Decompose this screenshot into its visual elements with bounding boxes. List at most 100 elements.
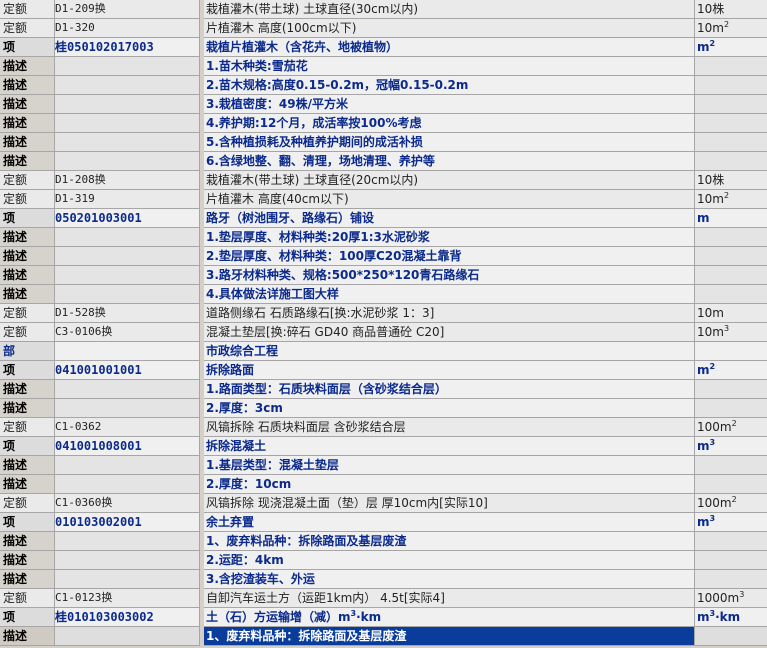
row-name-cell[interactable]: 1.基层类型：混凝土垫层 — [204, 456, 695, 475]
row-code-cell[interactable]: D1-209换 — [55, 0, 200, 19]
row-code-cell[interactable] — [55, 399, 200, 418]
row-type-cell[interactable]: 描述 — [0, 285, 55, 304]
row-code-cell[interactable]: D1-208换 — [55, 171, 200, 190]
table-row[interactable]: 定额 D1-209换 栽植灌木(带土球) 土球直径(30cm以内) 10株 — [0, 0, 767, 19]
table-row[interactable]: 项 041001001001 拆除路面 m2 — [0, 361, 767, 380]
row-name-cell[interactable]: 3.含挖渣装车、外运 — [204, 570, 695, 589]
row-name-cell[interactable]: 2.垫层厚度、材料种类：100厚C20混凝土靠背 — [204, 247, 695, 266]
row-unit-cell[interactable]: 10m2 — [695, 19, 767, 38]
row-unit-cell[interactable] — [695, 456, 767, 475]
row-unit-cell[interactable]: 10m3 — [695, 323, 767, 342]
row-unit-cell[interactable]: m2 — [695, 38, 767, 57]
row-code-cell[interactable]: 010103002001 — [55, 513, 200, 532]
row-code-cell[interactable] — [55, 342, 200, 361]
table-row[interactable]: 描述 1、废弃料品种：拆除路面及基层废渣 — [0, 627, 767, 646]
row-unit-cell[interactable] — [695, 228, 767, 247]
row-type-cell[interactable]: 定额 — [0, 0, 55, 19]
row-unit-cell[interactable] — [695, 342, 767, 361]
row-name-cell[interactable]: 片植灌木 高度(100cm以下) — [204, 19, 695, 38]
row-name-cell[interactable]: 自卸汽车运土方（运距1km内） 4.5t[实际4] — [204, 589, 695, 608]
row-type-cell[interactable]: 描述 — [0, 570, 55, 589]
table-row[interactable]: 项 050201003001 路牙（树池围牙、路缘石）铺设 m — [0, 209, 767, 228]
table-row[interactable]: 项桂050102017003 栽植片植灌木（含花卉、地被植物） m2 — [0, 38, 767, 57]
row-type-cell[interactable]: 描述 — [0, 380, 55, 399]
table-row[interactable]: 部 市政综合工程 — [0, 342, 767, 361]
row-unit-cell[interactable] — [695, 285, 767, 304]
row-name-cell[interactable]: 道路侧缘石 石质路缘石[换:水泥砂浆 1：3] — [204, 304, 695, 323]
table-row[interactable]: 定额 C1-0362 风镐拆除 石质块料面层 含砂浆结合层 100m2 — [0, 418, 767, 437]
table-row[interactable]: 描述 1.苗木种类:雪茄花 — [0, 57, 767, 76]
row-unit-cell[interactable] — [695, 475, 767, 494]
row-unit-cell[interactable] — [695, 532, 767, 551]
row-code-cell[interactable] — [55, 570, 200, 589]
row-code-cell[interactable] — [55, 76, 200, 95]
row-type-cell[interactable]: 部 — [0, 342, 55, 361]
row-name-cell[interactable]: 5.含种植损耗及种植养护期间的成活补损 — [204, 133, 695, 152]
row-unit-cell[interactable] — [695, 114, 767, 133]
row-code-cell[interactable]: 041001008001 — [55, 437, 200, 456]
row-unit-cell[interactable] — [695, 570, 767, 589]
row-code-cell[interactable] — [55, 475, 200, 494]
row-type-cell[interactable]: 定额 — [0, 190, 55, 209]
table-row[interactable]: 描述 3.栽植密度：49株/平方米 — [0, 95, 767, 114]
row-code-cell[interactable] — [55, 266, 200, 285]
row-name-cell[interactable]: 片植灌木 高度(40cm以下) — [204, 190, 695, 209]
row-unit-cell[interactable] — [695, 399, 767, 418]
row-type-cell[interactable]: 项 — [0, 361, 55, 380]
table-row[interactable]: 描述 2.垫层厚度、材料种类：100厚C20混凝土靠背 — [0, 247, 767, 266]
row-code-cell[interactable] — [55, 247, 200, 266]
row-name-cell[interactable]: 余土弃置 — [204, 513, 695, 532]
table-row[interactable]: 定额 C3-0106换 混凝土垫层[换:碎石 GD40 商品普通砼 C20] 10m3 — [0, 323, 767, 342]
table-row[interactable]: 描述 2.厚度：3cm — [0, 399, 767, 418]
row-unit-cell[interactable] — [695, 247, 767, 266]
row-type-cell[interactable]: 描述 — [0, 152, 55, 171]
table-row[interactable]: 定额 C1-0123换 自卸汽车运土方（运距1km内） 4.5t[实际4] 1000m… — [0, 589, 767, 608]
row-name-cell[interactable]: 4.养护期:12个月，成活率按100%考虑 — [204, 114, 695, 133]
row-unit-cell[interactable] — [695, 57, 767, 76]
table-row[interactable]: 描述 3.含挖渣装车、外运 — [0, 570, 767, 589]
row-code-cell[interactable] — [55, 133, 200, 152]
row-unit-cell[interactable]: 10株 — [695, 0, 767, 19]
row-type-cell[interactable]: 定额 — [0, 323, 55, 342]
row-type-cell[interactable]: 描述 — [0, 95, 55, 114]
row-type-cell[interactable]: 定额 — [0, 19, 55, 38]
row-code-cell[interactable] — [55, 456, 200, 475]
table-row[interactable]: 描述 2.运距：4km — [0, 551, 767, 570]
row-type-cell[interactable]: 项 — [0, 38, 55, 57]
row-name-cell[interactable]: 4.具体做法详施工图大样 — [204, 285, 695, 304]
row-name-cell[interactable]: 拆除混凝土 — [204, 437, 695, 456]
row-code-cell[interactable] — [55, 57, 200, 76]
row-code-cell[interactable] — [55, 152, 200, 171]
row-type-cell[interactable]: 描述 — [0, 114, 55, 133]
row-name-cell[interactable]: 混凝土垫层[换:碎石 GD40 商品普通砼 C20] — [204, 323, 695, 342]
row-code-cell[interactable] — [55, 228, 200, 247]
row-code-cell[interactable] — [55, 532, 200, 551]
row-unit-cell[interactable]: m3 — [695, 513, 767, 532]
table-row[interactable]: 描述 6.含绿地整、翻、清理，场地清理、养护等 — [0, 152, 767, 171]
row-type-cell[interactable]: 描述 — [0, 247, 55, 266]
row-type-cell[interactable]: 描述 — [0, 475, 55, 494]
row-code-cell[interactable] — [55, 551, 200, 570]
table-row[interactable]: 描述 1、废弃料品种：拆除路面及基层废渣 — [0, 532, 767, 551]
row-name-cell[interactable]: 栽植片植灌木（含花卉、地被植物） — [204, 38, 695, 57]
table-row[interactable]: 描述 2.苗木规格:高度0.15-0.2m，冠幅0.15-0.2m — [0, 76, 767, 95]
row-unit-cell[interactable]: m3·km — [695, 608, 767, 627]
row-unit-cell[interactable] — [695, 380, 767, 399]
table-row[interactable]: 定额 D1-208换 栽植灌木(带土球) 土球直径(20cm以内) 10株 — [0, 171, 767, 190]
row-name-cell[interactable]: 1.苗木种类:雪茄花 — [204, 57, 695, 76]
row-name-cell[interactable]: 1.路面类型：石质块料面层（含砂浆结合层） — [204, 380, 695, 399]
row-name-cell[interactable]: 2.运距：4km — [204, 551, 695, 570]
row-code-cell[interactable] — [55, 95, 200, 114]
row-unit-cell[interactable] — [695, 152, 767, 171]
row-code-cell[interactable]: D1-320 — [55, 19, 200, 38]
row-code-cell[interactable]: C3-0106换 — [55, 323, 200, 342]
row-type-cell[interactable]: 描述 — [0, 57, 55, 76]
row-unit-cell[interactable]: 10株 — [695, 171, 767, 190]
row-unit-cell[interactable] — [695, 76, 767, 95]
row-code-cell[interactable] — [55, 380, 200, 399]
row-name-cell[interactable]: 市政综合工程 — [204, 342, 695, 361]
row-name-cell[interactable]: 拆除路面 — [204, 361, 695, 380]
row-type-cell[interactable]: 项 — [0, 608, 55, 627]
row-code-cell[interactable]: C1-0123换 — [55, 589, 200, 608]
table-row[interactable]: 描述 1.基层类型：混凝土垫层 — [0, 456, 767, 475]
